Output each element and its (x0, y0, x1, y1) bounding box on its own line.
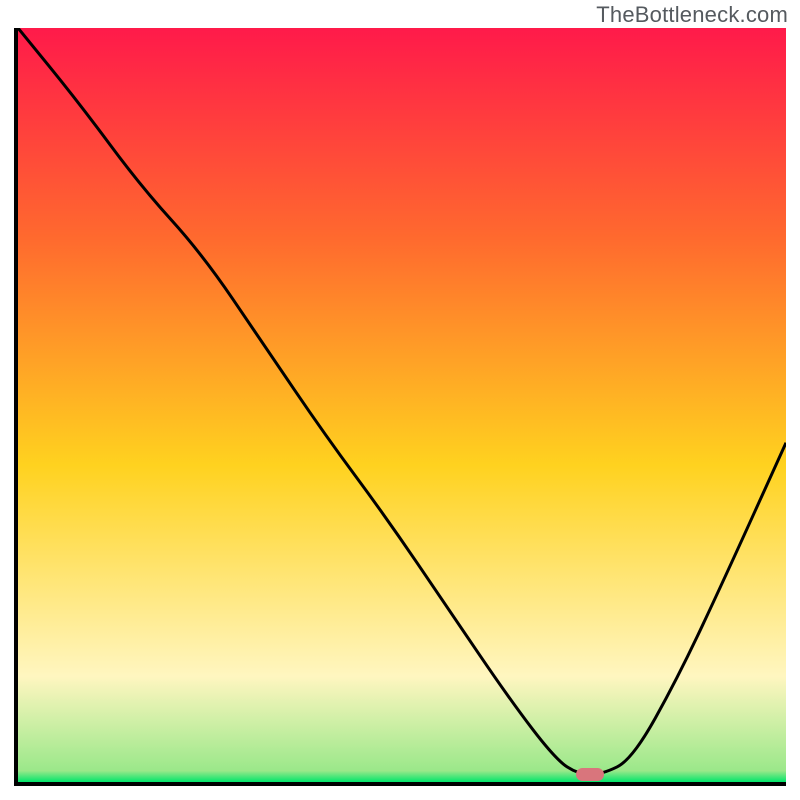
bottleneck-chart (14, 28, 786, 786)
chart-svg (18, 28, 786, 782)
optimal-marker (576, 768, 604, 781)
gradient-background (18, 28, 786, 782)
watermark-text: TheBottleneck.com (596, 2, 788, 28)
plot-area (18, 28, 786, 782)
